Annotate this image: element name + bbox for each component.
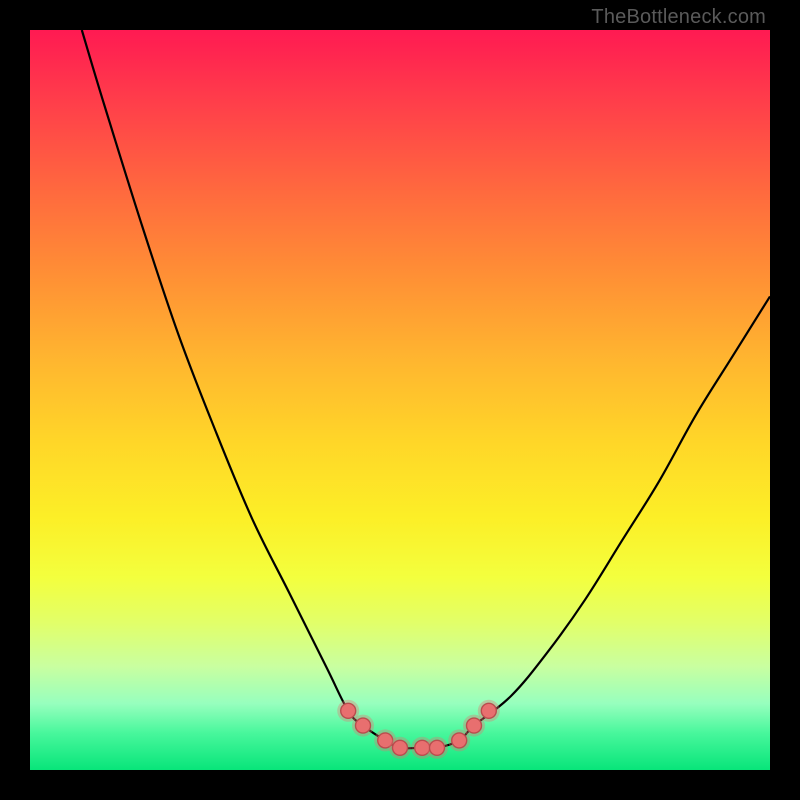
curve-marker	[452, 733, 467, 748]
chart-frame: TheBottleneck.com	[0, 0, 800, 800]
bottleneck-curve	[82, 30, 770, 748]
curve-marker	[393, 740, 408, 755]
curve-marker	[481, 703, 496, 718]
curve-marker	[356, 718, 371, 733]
curve-svg	[30, 30, 770, 770]
plot-area	[30, 30, 770, 770]
curve-marker	[467, 718, 482, 733]
curve-marker	[430, 740, 445, 755]
curve-markers	[337, 700, 500, 759]
curve-marker	[341, 703, 356, 718]
watermark-text: TheBottleneck.com	[591, 6, 766, 29]
